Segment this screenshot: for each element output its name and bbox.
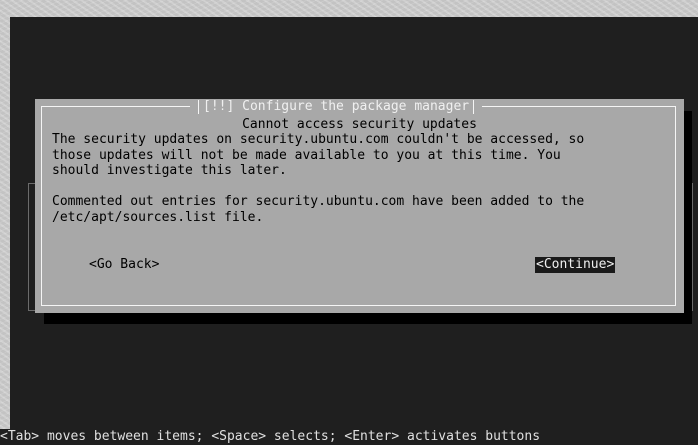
dialog-title-frame: [!!] Configure the package manager: [190, 99, 483, 115]
key-help-status-bar: <Tab> moves between items; <Space> selec…: [0, 429, 698, 445]
go-back-button[interactable]: <Go Back>: [89, 257, 159, 273]
dialog-title: [!!] Configure the package manager: [203, 99, 470, 114]
title-right-bar: [473, 100, 475, 114]
continue-button[interactable]: <Continue>: [535, 257, 616, 273]
configure-package-manager-dialog: [!!] Configure the package manager Canno…: [35, 99, 684, 313]
dialog-message: The security updates on security.ubuntu.…: [52, 132, 585, 225]
dialog-subtitle: Cannot access security updates: [242, 117, 477, 132]
title-left-bar: [198, 100, 199, 114]
